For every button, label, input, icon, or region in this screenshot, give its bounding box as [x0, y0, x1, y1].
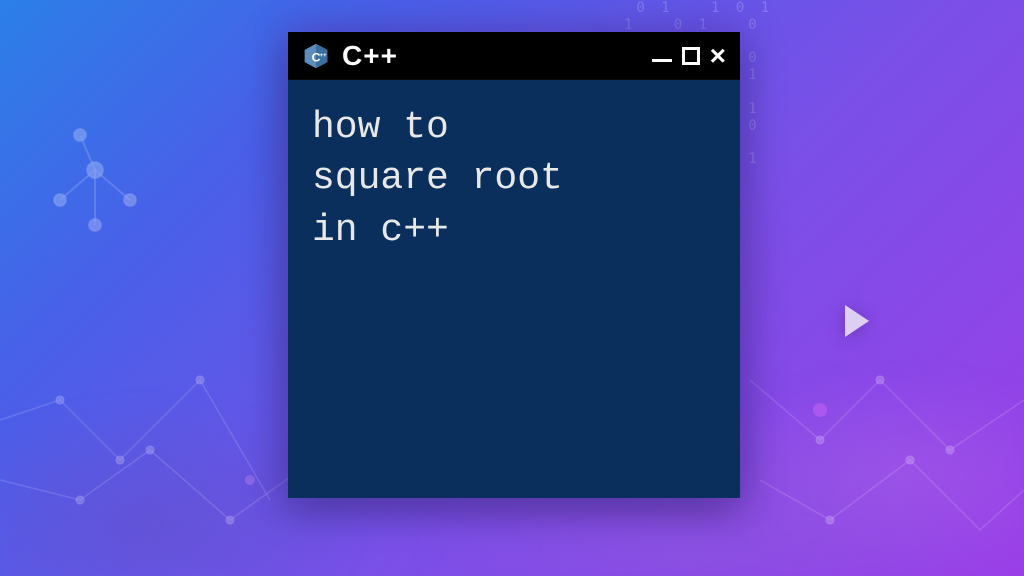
- terminal-body[interactable]: how to square root in c++: [288, 80, 740, 498]
- window-title: C++: [342, 40, 652, 72]
- window-controls: ×: [652, 42, 726, 70]
- maximize-icon[interactable]: [682, 47, 700, 65]
- svg-text:+: +: [323, 51, 327, 58]
- minimize-icon[interactable]: [652, 59, 672, 62]
- play-cursor-icon: [845, 305, 869, 337]
- window-titlebar[interactable]: C + + C++ ×: [288, 32, 740, 80]
- cpp-logo-icon: C + +: [302, 42, 330, 70]
- terminal-content: how to square root in c++: [312, 102, 716, 256]
- close-icon[interactable]: ×: [710, 42, 726, 70]
- terminal-window: C + + C++ × how to square root in c++: [288, 32, 740, 498]
